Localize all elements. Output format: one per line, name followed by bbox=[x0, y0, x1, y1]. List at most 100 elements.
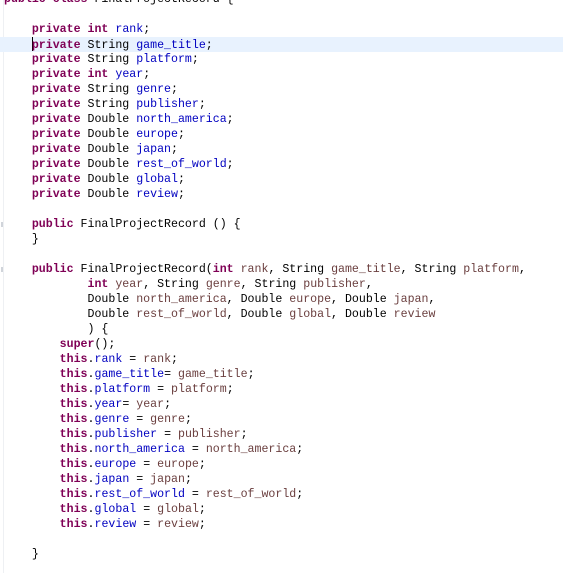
code-text: ; bbox=[226, 158, 234, 171]
code-text: = bbox=[136, 458, 158, 471]
keyword-token: this bbox=[59, 443, 88, 456]
keyword-token: this bbox=[59, 488, 88, 501]
code-text: ; bbox=[198, 518, 206, 531]
code-line[interactable]: private int year; bbox=[0, 67, 563, 82]
code-text: ; bbox=[247, 368, 255, 381]
field-token: north_america bbox=[136, 113, 227, 126]
code-text: ; bbox=[240, 428, 248, 441]
code-line[interactable]: } bbox=[0, 547, 563, 562]
code-line[interactable]: int year, String genre, String publisher… bbox=[0, 277, 563, 292]
code-line[interactable]: private Double global; bbox=[0, 172, 563, 187]
code-line[interactable] bbox=[0, 202, 563, 217]
code-line[interactable]: this.game_title= game_title; bbox=[0, 367, 563, 382]
code-line[interactable]: private Double japan; bbox=[0, 142, 563, 157]
code-line[interactable] bbox=[0, 7, 563, 22]
code-line[interactable]: this.rest_of_world = rest_of_world; bbox=[0, 487, 563, 502]
code-line[interactable]: Double rest_of_world, Double global, Dou… bbox=[0, 307, 563, 322]
keyword-token: private bbox=[31, 128, 81, 141]
code-text: ; bbox=[226, 113, 234, 126]
field-token: platform bbox=[136, 53, 192, 66]
code-line[interactable]: Double north_america, Double europe, Dou… bbox=[0, 292, 563, 307]
code-text: ; bbox=[205, 39, 213, 52]
parameter-token: game_title bbox=[177, 368, 248, 381]
code-line[interactable]: public class FinalProjectRecord { bbox=[0, 0, 563, 7]
code-line[interactable]: this.rank = rank; bbox=[0, 352, 563, 367]
code-text: FinalProjectRecord { bbox=[88, 0, 233, 6]
keyword-token: int bbox=[87, 23, 109, 36]
code-line[interactable]: ) { bbox=[0, 322, 563, 337]
code-line[interactable]: private String platform; bbox=[0, 52, 563, 67]
field-token: publisher bbox=[94, 428, 158, 441]
code-text: String bbox=[80, 39, 137, 52]
parameter-token: north_america bbox=[136, 293, 227, 306]
code-line-current[interactable]: private String game_title; bbox=[0, 37, 563, 52]
code-line[interactable]: this.europe = europe; bbox=[0, 457, 563, 472]
code-text: String bbox=[80, 53, 137, 66]
fold-marker-icon[interactable] bbox=[1, 267, 3, 272]
code-line[interactable]: } bbox=[0, 232, 563, 247]
code-line[interactable]: private String genre; bbox=[0, 82, 563, 97]
code-line[interactable]: private Double europe; bbox=[0, 127, 563, 142]
keyword-token: int bbox=[212, 263, 234, 276]
code-line[interactable]: this.north_america = north_america; bbox=[0, 442, 563, 457]
code-text: = bbox=[136, 518, 158, 531]
code-editor[interactable]: public class FinalProjectRecord { privat… bbox=[0, 0, 563, 562]
parameter-token: global bbox=[289, 308, 332, 321]
keyword-token: private bbox=[31, 158, 81, 171]
code-line[interactable]: this.publisher = publisher; bbox=[0, 427, 563, 442]
code-text: FinalProjectRecord( bbox=[73, 263, 213, 276]
code-text: , Double bbox=[226, 308, 290, 321]
code-line[interactable] bbox=[0, 247, 563, 262]
code-line[interactable]: this.review = review; bbox=[0, 517, 563, 532]
code-text: , String bbox=[143, 278, 206, 291]
code-text: , Double bbox=[331, 293, 394, 306]
field-token: game_title bbox=[94, 368, 165, 381]
field-token: review bbox=[94, 518, 137, 531]
code-line[interactable]: private String publisher; bbox=[0, 97, 563, 112]
field-token: rank bbox=[115, 23, 144, 36]
parameter-token: europe bbox=[157, 458, 199, 471]
code-line[interactable]: public FinalProjectRecord () { bbox=[0, 217, 563, 232]
code-line[interactable]: this.platform = platform; bbox=[0, 382, 563, 397]
code-line[interactable] bbox=[0, 532, 563, 547]
fold-marker-icon[interactable] bbox=[1, 222, 3, 227]
code-line[interactable]: private Double rest_of_world; bbox=[0, 157, 563, 172]
keyword-token: private bbox=[31, 173, 81, 186]
code-line[interactable]: this.genre = genre; bbox=[0, 412, 563, 427]
keyword-token: private bbox=[31, 188, 81, 201]
keyword-token: this bbox=[59, 398, 88, 411]
code-line[interactable]: private Double north_america; bbox=[0, 112, 563, 127]
keyword-token: this bbox=[59, 413, 88, 426]
field-token: europe bbox=[136, 128, 178, 141]
code-line[interactable]: public FinalProjectRecord(int rank, Stri… bbox=[0, 262, 563, 277]
code-line[interactable]: private Double review; bbox=[0, 187, 563, 202]
keyword-token: private bbox=[31, 83, 81, 96]
keyword-token: int bbox=[87, 278, 109, 291]
field-token: rest_of_world bbox=[136, 158, 227, 171]
code-text: , String bbox=[400, 263, 464, 276]
code-line[interactable]: private int rank; bbox=[0, 22, 563, 37]
field-token: platform bbox=[94, 383, 151, 396]
code-line[interactable]: this.year= year; bbox=[0, 397, 563, 412]
code-text: (); bbox=[94, 338, 116, 351]
code-text: FinalProjectRecord () { bbox=[73, 218, 241, 231]
code-line[interactable]: this.global = global; bbox=[0, 502, 563, 517]
code-line[interactable]: super(); bbox=[0, 337, 563, 352]
field-token: japan bbox=[94, 473, 130, 486]
code-text: , Double bbox=[226, 293, 290, 306]
keyword-token: private bbox=[31, 113, 81, 126]
code-line[interactable]: this.japan = japan; bbox=[0, 472, 563, 487]
